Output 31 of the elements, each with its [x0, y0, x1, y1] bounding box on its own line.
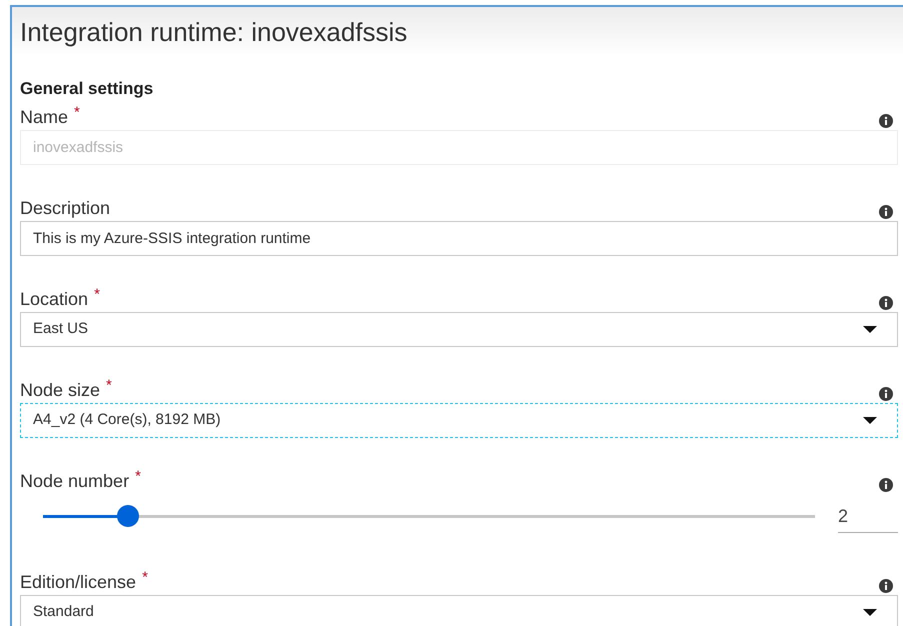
field-label: Edition/license — [20, 571, 136, 593]
required-asterisk: * — [135, 470, 141, 484]
info-icon[interactable] — [879, 478, 893, 492]
info-icon[interactable] — [879, 205, 893, 219]
caret-icon — [863, 326, 877, 334]
field-label: Name — [20, 106, 68, 128]
info-icon[interactable] — [879, 296, 893, 310]
caret-icon — [863, 416, 877, 424]
required-asterisk: * — [74, 106, 80, 120]
info-icon[interactable] — [879, 114, 893, 128]
info-icon[interactable] — [879, 387, 893, 401]
field-label: Node size — [20, 379, 100, 401]
slider-thumb[interactable] — [116, 505, 139, 527]
dropdown-value: Standard — [33, 602, 94, 622]
field-label: Node number — [20, 470, 130, 492]
caret-icon — [863, 608, 877, 616]
number-field[interactable]: 2 — [838, 500, 898, 532]
dropdown-field[interactable]: Standard — [20, 595, 898, 626]
dropdown-value: A4_v2 (4 Core(s), 8192 MB) — [33, 410, 221, 430]
dropdown-field[interactable]: East US — [20, 312, 898, 347]
field-label: Description — [20, 197, 110, 219]
info-icon[interactable] — [879, 579, 893, 593]
field-label: Location — [20, 288, 88, 310]
panel-title: Integration runtime: inovexadfssis — [20, 16, 408, 48]
dropdown-field[interactable]: A4_v2 (4 Core(s), 8192 MB) — [20, 403, 898, 438]
required-asterisk: * — [142, 571, 148, 585]
dropdown-value: East US — [33, 319, 88, 340]
required-asterisk: * — [94, 288, 100, 302]
text-field[interactable]: This is my Azure-SSIS integration runtime — [20, 221, 898, 256]
required-asterisk: * — [106, 379, 112, 393]
section-heading: General settings — [20, 78, 154, 100]
